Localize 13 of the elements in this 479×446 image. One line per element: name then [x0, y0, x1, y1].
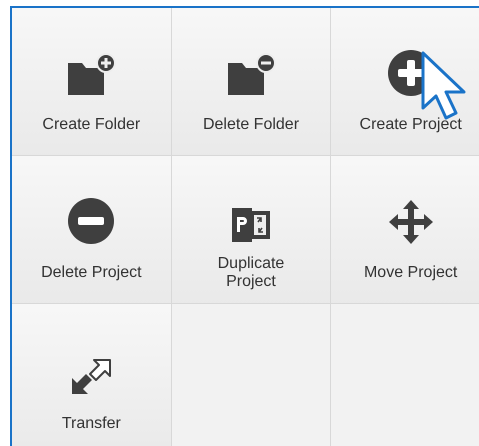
tile-button[interactable]: Create Project [331, 8, 479, 155]
tile-button[interactable]: Transfer [12, 304, 171, 446]
folder-minus-icon [226, 53, 276, 97]
tile-button[interactable]: Delete Folder [172, 8, 330, 155]
minus-circle-icon [67, 197, 116, 245]
duplicate-document-icon [230, 205, 271, 245]
tile-button[interactable]: Delete Project [12, 156, 171, 303]
transfer-arrows-icon [70, 358, 112, 396]
tile-button[interactable]: Move Project [331, 156, 479, 303]
folder-plus-icon [66, 53, 116, 97]
tile-button[interactable]: Create Folder [12, 8, 171, 155]
move-arrows-icon [388, 199, 434, 245]
tile-button[interactable]: Duplicate Project [172, 156, 330, 303]
